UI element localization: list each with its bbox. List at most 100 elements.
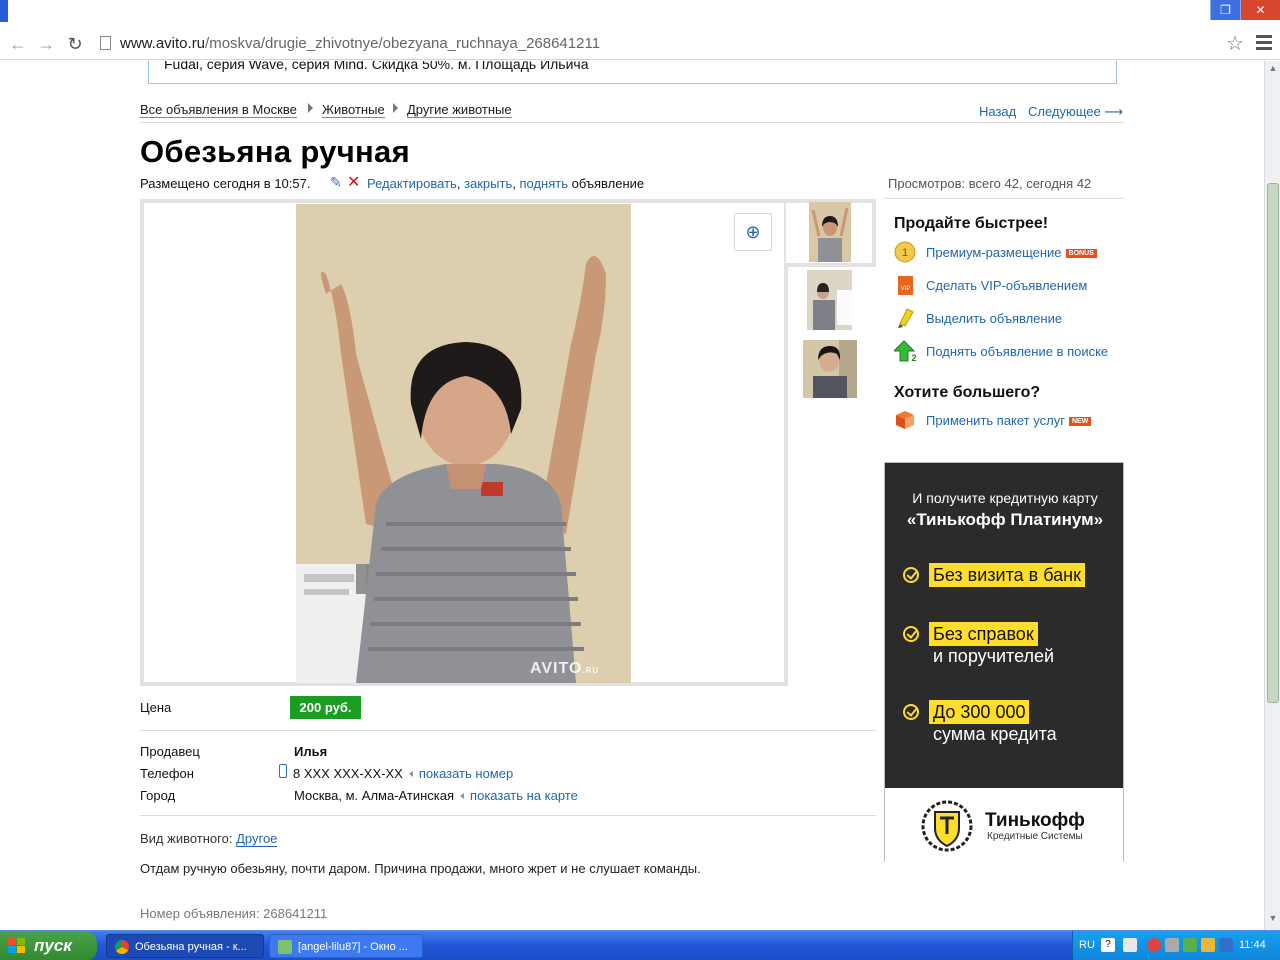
titlebar-edge <box>0 0 8 22</box>
start-button[interactable]: пуск <box>0 931 97 960</box>
window-controls: ❐ ✕ <box>1210 0 1280 20</box>
language-indicator[interactable]: RU <box>1079 939 1095 951</box>
zoom-in-button[interactable]: ⊕ <box>734 213 772 251</box>
start-label: пуск <box>34 936 72 955</box>
ad-brand: Тинькофф <box>985 810 1085 831</box>
ad-brand-sub: Кредитные Системы <box>987 831 1083 842</box>
vip-icon: VIP <box>894 274 916 296</box>
forward-arrow-icon[interactable]: → <box>34 32 58 56</box>
divider <box>884 198 1124 199</box>
breadcrumb-all-moscow[interactable]: Все объявления в Москве <box>140 102 297 118</box>
description: Отдам ручную обезьяну, почти даром. Прич… <box>140 861 701 876</box>
price-label: Цена <box>140 700 172 715</box>
chat-window-icon <box>278 940 292 954</box>
ad-headline: И получите кредитную карту «Тинькофф Плат… <box>906 490 1104 529</box>
animal-type: Вид животного: Другое <box>140 831 278 847</box>
windows-taskbar: пуск Обезьяна ручная - к... [angel-lilu8… <box>0 930 1280 960</box>
animal-type-label: Вид животного: <box>140 831 233 846</box>
thumbnail-1[interactable] <box>809 202 851 262</box>
city-name: Москва, м. Алма-Атинская <box>294 788 455 803</box>
pencil-icon[interactable]: ✎ <box>330 174 342 191</box>
seller-label: Продавец <box>140 744 200 759</box>
service-vip-label: Сделать VIP-объявлением <box>926 278 1088 293</box>
scroll-up-icon[interactable]: ▲ <box>1267 63 1279 77</box>
scrollbar-thumb[interactable] <box>1267 183 1279 703</box>
reload-icon[interactable]: ↻ <box>63 32 87 56</box>
breadcrumb-other-animals[interactable]: Другие животные <box>407 102 512 118</box>
tinkoff-logo-icon <box>919 798 975 854</box>
raise-link[interactable]: поднять <box>519 176 568 191</box>
svg-text:VIP: VIP <box>901 286 911 292</box>
breadcrumb-separator-icon <box>393 103 398 113</box>
task-browser[interactable]: Обезьяна ручная - к... <box>106 934 264 958</box>
clock: 11:44 <box>1239 939 1266 951</box>
close-window-button[interactable]: ✕ <box>1240 0 1280 20</box>
photo-viewer: AVITO.RU ⊕ <box>140 199 788 686</box>
phone-value: 8 XXX XXX-XX-XX показать номер <box>293 766 513 781</box>
thumbnail-2[interactable] <box>807 270 852 330</box>
phone-number: 8 XXX XXX-XX-XX <box>293 766 403 781</box>
bookmark-star-icon[interactable]: ☆ <box>1226 31 1244 56</box>
show-map-link[interactable]: показать на карте <box>470 788 578 803</box>
chrome-icon <box>115 940 129 954</box>
task-chat[interactable]: [angel-lilu87] - Окно ... <box>269 934 423 958</box>
svg-text:2: 2 <box>911 353 916 362</box>
tray-volume-icon[interactable] <box>1219 938 1233 952</box>
page-scrollbar[interactable]: ▲ ▼ <box>1264 61 1280 930</box>
browser-toolbar: ← → ↻ www.avito.ru/moskva/drugie_zhivotn… <box>0 28 1280 60</box>
top-banner[interactable]: Fudai, серия Wave, серия Mind. Скидка 50… <box>148 61 1117 84</box>
premium-coin-icon: 1 <box>894 241 916 263</box>
highlighter-icon <box>894 307 916 329</box>
help-icon[interactable]: ? <box>1101 938 1115 952</box>
tinkoff-ad-banner[interactable]: И получите кредитную карту «Тинькофф Плат… <box>884 462 1124 862</box>
system-tray: RU ? 11:44 <box>1072 931 1280 960</box>
divider <box>140 122 1124 123</box>
next-link[interactable]: Следующее ⟶ <box>1028 104 1123 120</box>
service-premium-label: Премиум-размещение BONUS <box>926 245 1097 260</box>
tray-network-icon[interactable] <box>1165 938 1179 952</box>
ad-benefit-sub: и поручителей <box>933 646 1055 666</box>
page-icon <box>100 36 111 50</box>
magnifier-plus-icon: ⊕ <box>745 222 761 242</box>
price-badge: 200 руб. <box>290 696 361 719</box>
checkmark-icon <box>903 567 919 583</box>
breadcrumb-animals[interactable]: Животные <box>322 102 385 118</box>
up-arrow-icon: 2 <box>892 340 917 363</box>
ad-number: Номер объявления: 268641211 <box>140 906 328 921</box>
tray-security-icon[interactable] <box>1183 938 1197 952</box>
address-bar[interactable]: www.avito.ru/moskva/drugie_zhivotnye/obe… <box>96 31 1250 57</box>
windows-flag-icon <box>8 938 26 954</box>
window-titlebar: ❐ ✕ <box>0 0 1280 28</box>
ad-footer: Тинькофф Кредитные Системы <box>885 788 1123 862</box>
arrow-left-icon <box>408 771 413 777</box>
service-highlight-label: Выделить объявление <box>926 311 1063 326</box>
tray-arrow-icon[interactable] <box>1147 938 1161 952</box>
checkmark-icon <box>903 626 919 642</box>
browser-menu-icon[interactable] <box>1256 32 1272 52</box>
ad-benefit-highlight: Без справок <box>929 622 1038 646</box>
main-photo[interactable]: AVITO.RU <box>296 204 631 683</box>
city-label: Город <box>140 788 176 803</box>
seller-name: Илья <box>294 744 328 759</box>
back-arrow-icon[interactable]: ← <box>6 32 30 56</box>
edit-suffix: объявление <box>571 176 645 191</box>
delete-icon[interactable]: ✕ <box>347 172 360 192</box>
edit-link[interactable]: Редактировать <box>367 176 457 191</box>
tray-app-icon[interactable] <box>1123 938 1137 952</box>
thumbnail-3[interactable] <box>803 340 857 398</box>
close-link[interactable]: закрыть <box>464 176 512 191</box>
show-phone-link[interactable]: показать номер <box>419 766 513 781</box>
tray-tools-icon[interactable] <box>1201 938 1215 952</box>
divider <box>140 815 876 816</box>
posted-time: Размещено сегодня в 10:57. <box>140 176 311 191</box>
phone-icon <box>279 764 287 778</box>
animal-type-link[interactable]: Другое <box>236 831 278 847</box>
scroll-down-icon[interactable]: ▼ <box>1267 913 1279 927</box>
divider <box>140 730 876 731</box>
ad-benefit-highlight: До 300 000 <box>929 700 1030 724</box>
sell-faster-heading: Продайте быстрее! <box>894 215 1049 232</box>
ad-benefit-sub: сумма кредита <box>933 724 1057 744</box>
svg-text:1: 1 <box>902 247 908 259</box>
back-link[interactable]: Назад <box>979 104 1016 119</box>
restore-window-button[interactable]: ❐ <box>1210 0 1240 20</box>
